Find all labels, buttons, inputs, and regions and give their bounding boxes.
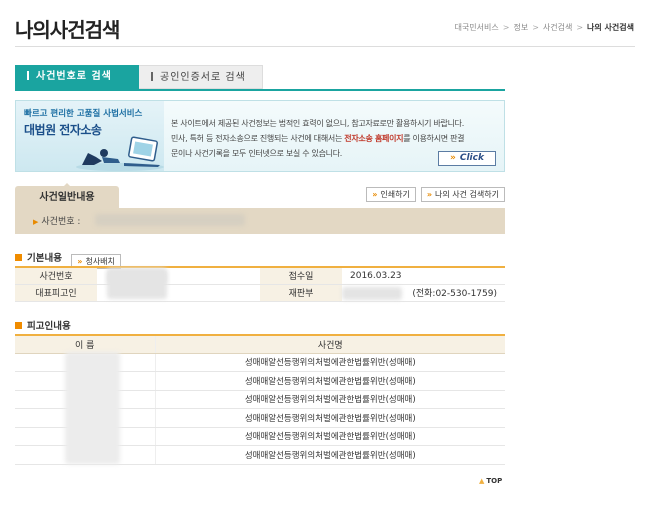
- click-button[interactable]: » Click: [438, 151, 496, 166]
- redacted-defendant-name: [107, 270, 167, 299]
- redacted-defendant-names: [65, 352, 120, 464]
- banner-notice-text: 민사, 특허 등 전자소송으로 진행되는 사건에 대해서는: [171, 134, 345, 143]
- my-case-search-label: 나의 사건 검색하기: [435, 190, 499, 199]
- my-case-search-button[interactable]: » 나의 사건 검색하기: [420, 187, 505, 202]
- table-value: [97, 270, 260, 302]
- case-number-label-text: 사건번호 :: [41, 217, 81, 227]
- tab-underline: [15, 89, 505, 91]
- case-number-bar: ▶ 사건번호 :: [15, 208, 505, 234]
- column-header-name: 이 름: [15, 335, 156, 354]
- table-label: 재판부: [260, 284, 342, 302]
- page-title: 나의사건검색: [15, 18, 120, 42]
- banner-logo-area[interactable]: 빠르고 편리한 고품질 사법서비스 대법원 전자소송: [16, 101, 164, 171]
- tab-bar-icon: [151, 72, 153, 81]
- banner-notice-text: 를 이용하시면 판결: [403, 134, 465, 143]
- case-name: 성매매알선등행위의처벌에관한법률위반(성매매): [155, 445, 505, 465]
- tab-case-number-search[interactable]: 사건번호로 검색: [15, 65, 139, 89]
- case-action-buttons: » 인쇄하기 » 나의 사건 검색하기: [366, 187, 505, 202]
- breadcrumb: 대국민서비스 > 정보 > 사건검색 > 나의 사건검색: [455, 22, 634, 33]
- breadcrumb-item[interactable]: 정보: [513, 23, 528, 32]
- table-row: 대표피고인 재판부 (전화:02-530-1759): [15, 270, 505, 302]
- square-bullet-icon: [15, 322, 22, 329]
- case-tab-label: 사건일반내용: [39, 192, 95, 203]
- top-link-label: TOP: [486, 477, 503, 485]
- tab-certificate-search[interactable]: 공인인증서로 검색: [139, 65, 263, 89]
- table-header-row: 이 름 사건명: [15, 335, 505, 354]
- table-label: 사건번호: [15, 267, 97, 285]
- table-value: 2016.03.23: [342, 267, 505, 285]
- court-layout-label: 청사배치: [85, 257, 115, 266]
- banner-notice-line: 민사, 특허 등 전자소송으로 진행되는 사건에 대해서는 전자소송 홈페이지를…: [171, 131, 501, 146]
- court-phone: (전화:02-530-1759): [412, 289, 497, 299]
- breadcrumb-separator-icon: >: [532, 23, 539, 32]
- breadcrumb-item[interactable]: 대국민서비스: [455, 23, 499, 32]
- tab-label: 사건번호로 검색: [36, 71, 112, 82]
- double-chevron-right-icon: »: [77, 257, 83, 266]
- tab-label: 공인인증서로 검색: [160, 72, 246, 83]
- title-divider: [15, 46, 635, 47]
- triangle-right-icon: ▶: [33, 218, 39, 226]
- redacted-case-number: [95, 214, 245, 226]
- banner-notice-line: 본 사이트에서 제공된 사건정보는 법적인 효력이 없으니, 참고자료로만 활용…: [171, 119, 464, 128]
- e-litigation-banner: 빠르고 편리한 고품질 사법서비스 대법원 전자소송 본 사이트에서 제공된 사…: [15, 100, 505, 172]
- section-title-text: 기본내용: [27, 253, 62, 264]
- triangle-up-icon: ▲: [479, 477, 485, 485]
- table-label: 접수일: [260, 267, 342, 285]
- basic-info-table: 사건번호 접수일 2016.03.23 대표피고인 재판부 (전화:02-530…: [15, 266, 505, 302]
- redacted-court-division: [342, 286, 402, 300]
- square-bullet-icon: [15, 254, 22, 261]
- table-label: 대표피고인: [15, 284, 97, 302]
- case-name: 성매매알선등행위의처벌에관한법률위반(성매매): [155, 427, 505, 446]
- print-button[interactable]: » 인쇄하기: [366, 187, 416, 202]
- double-chevron-right-icon: »: [450, 153, 456, 163]
- breadcrumb-separator-icon: >: [576, 23, 584, 32]
- breadcrumb-separator-icon: >: [502, 23, 510, 32]
- section-title-text: 피고인내용: [27, 321, 71, 332]
- double-chevron-right-icon: »: [372, 190, 378, 199]
- column-header-case-name: 사건명: [155, 335, 505, 354]
- case-number-label: ▶ 사건번호 :: [33, 214, 80, 227]
- search-tabs: 사건번호로 검색 공인인증서로 검색: [15, 65, 263, 89]
- case-name: 성매매알선등행위의처벌에관한법률위반(성매매): [155, 408, 505, 428]
- click-button-label: Click: [459, 153, 484, 163]
- print-button-label: 인쇄하기: [380, 190, 410, 199]
- breadcrumb-current: 나의 사건검색: [587, 23, 634, 32]
- table-value: (전화:02-530-1759): [342, 284, 505, 302]
- defendant-section-title: 피고인내용: [15, 318, 71, 332]
- tab-bar-icon: [27, 71, 29, 80]
- laptop-person-illustration-icon: [76, 136, 164, 171]
- banner-subtitle: 빠르고 편리한 고품질 사법서비스: [24, 109, 143, 119]
- e-litigation-homepage-link[interactable]: 전자소송 홈페이지: [344, 134, 403, 143]
- table-row: 사건번호 접수일 2016.03.23: [15, 267, 505, 285]
- double-chevron-right-icon: »: [426, 190, 433, 199]
- tab-notch-icon: [63, 183, 71, 187]
- case-name: 성매매알선등행위의처벌에관한법률위반(성매매): [155, 390, 505, 409]
- tab-case-general-info[interactable]: 사건일반내용: [15, 183, 119, 209]
- breadcrumb-item[interactable]: 사건검색: [543, 23, 572, 32]
- case-name: 성매매알선등행위의처벌에관한법률위반(성매매): [155, 371, 505, 391]
- top-link[interactable]: ▲ TOP: [479, 477, 502, 485]
- case-name: 성매매알선등행위의처벌에관한법률위반(성매매): [155, 353, 505, 372]
